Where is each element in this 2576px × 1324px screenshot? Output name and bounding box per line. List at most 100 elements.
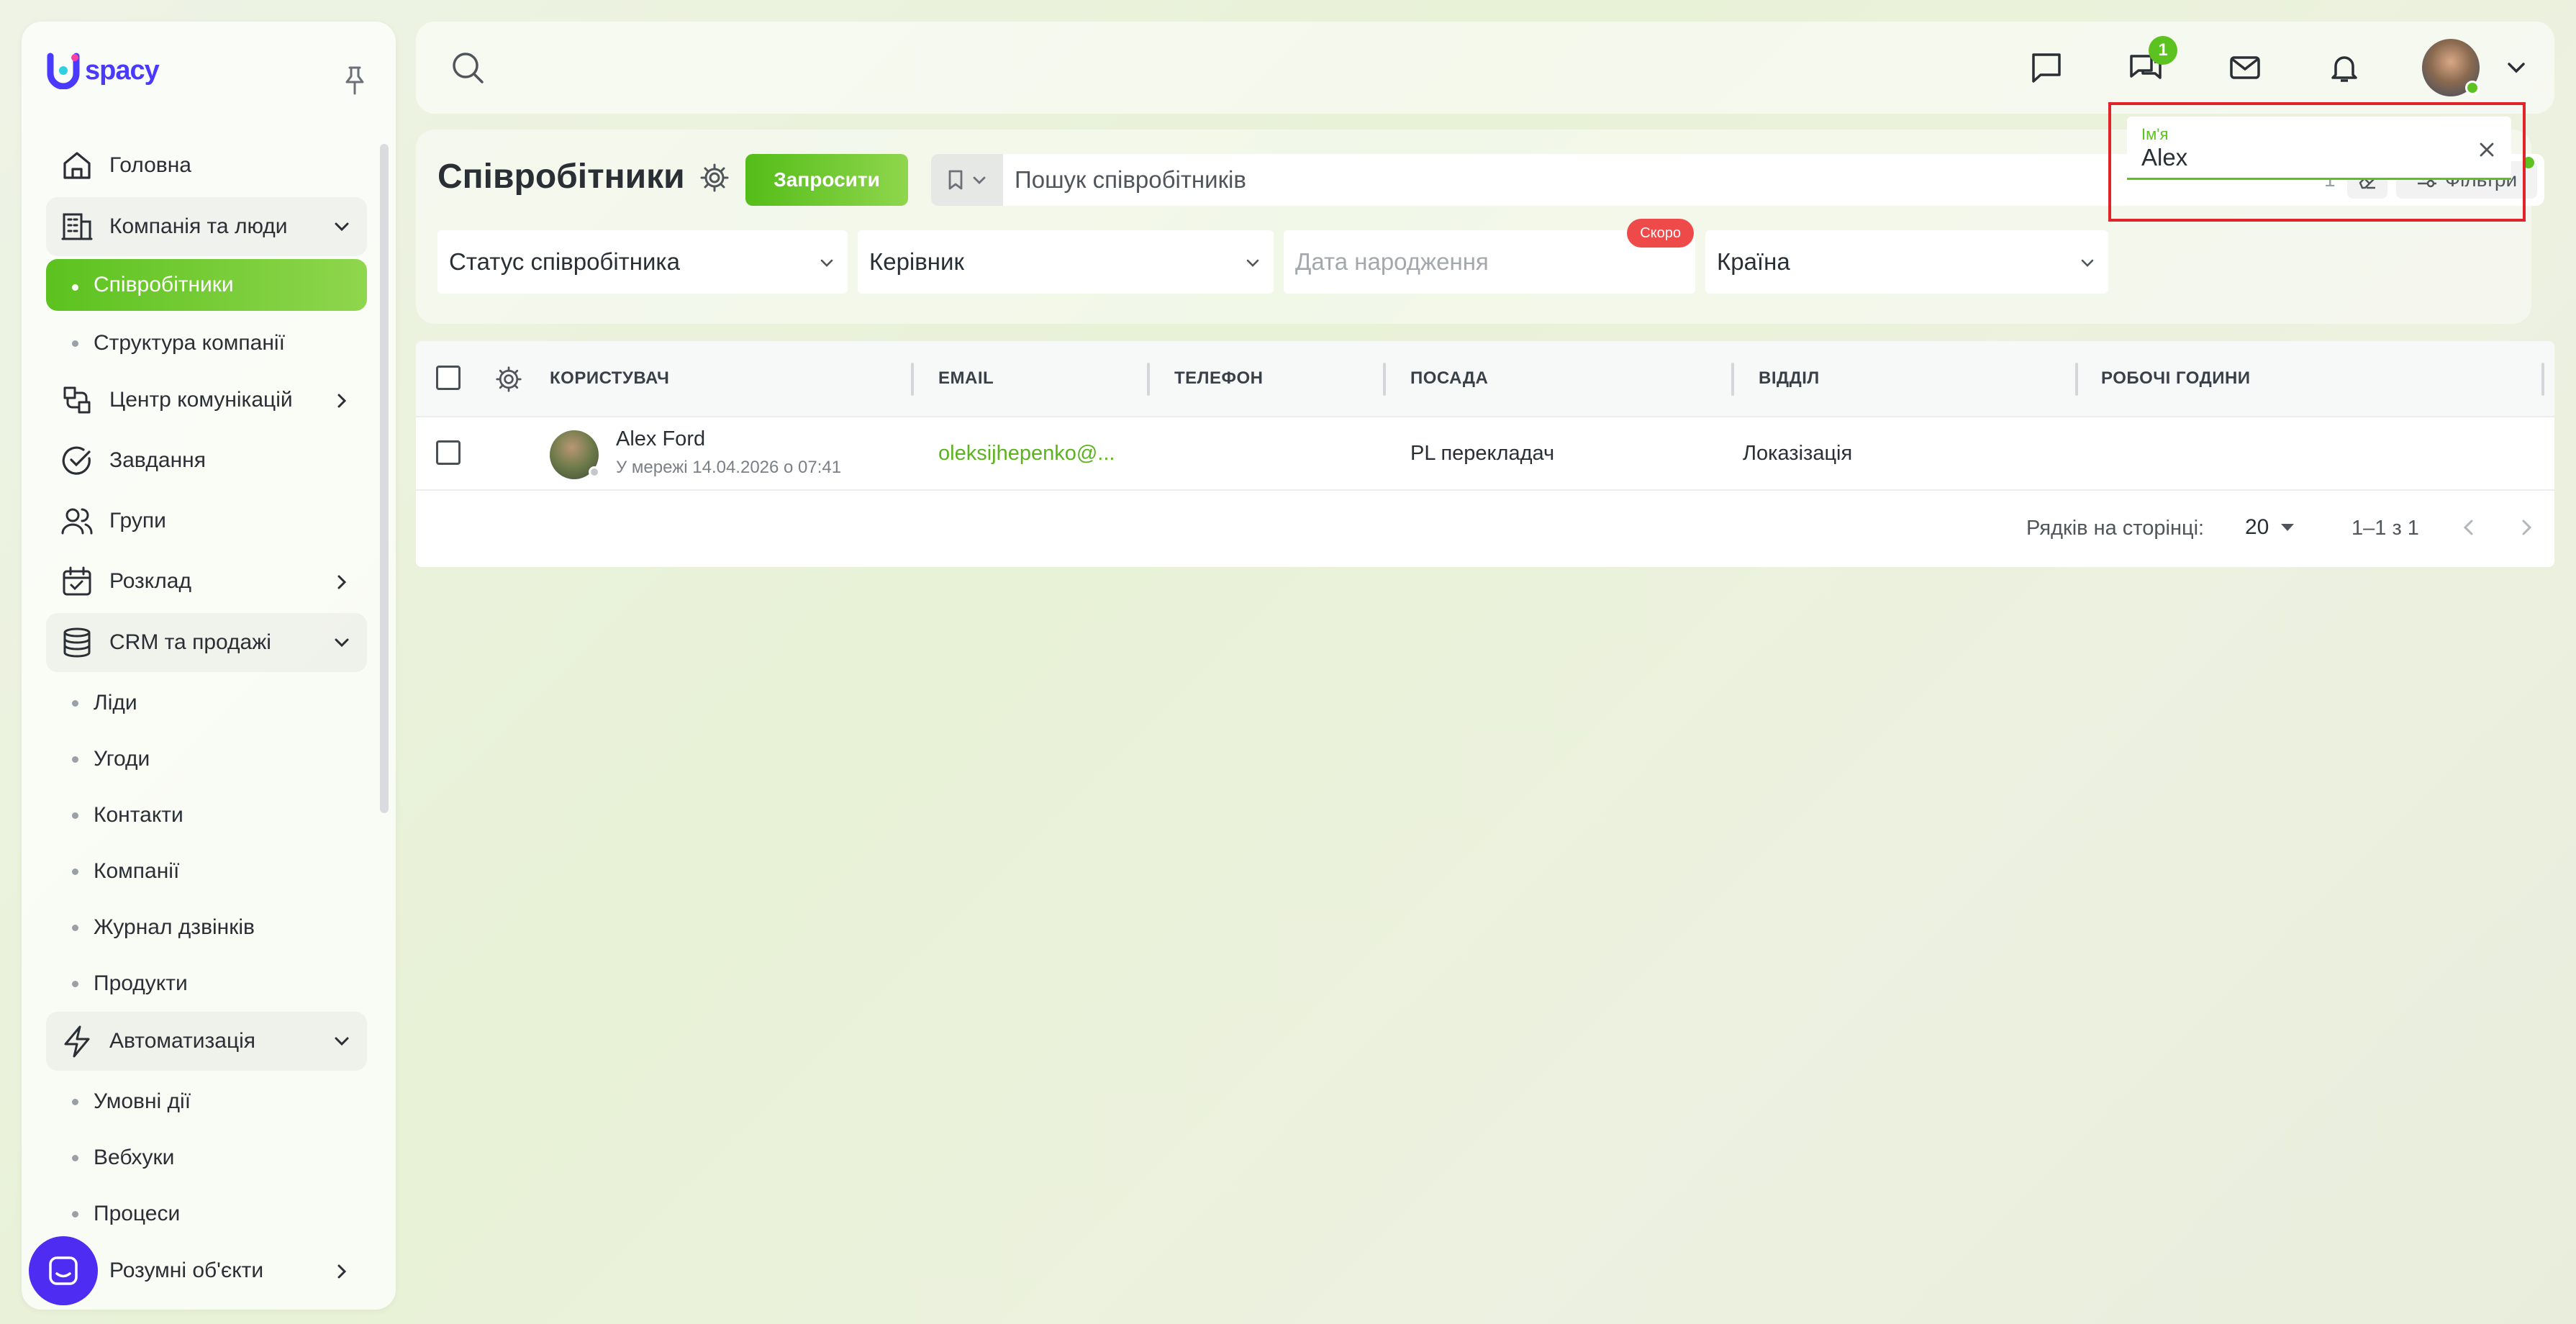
column-email[interactable]: EMAIL — [938, 368, 994, 389]
column-resizer[interactable] — [2541, 363, 2544, 396]
rows-per-page-label: Рядків на сторінці: — [2026, 517, 2205, 540]
chats-badge: 1 — [2149, 36, 2177, 65]
sidebar-item-label: Структура компанії — [94, 331, 285, 355]
birthdate-filter: Дата народження Скоро — [1284, 219, 1695, 294]
name-filter[interactable]: Ім'я Alex — [2127, 117, 2511, 180]
user-position: PL перекладач — [1410, 442, 1555, 465]
chats-button[interactable]: 1 — [2124, 36, 2177, 89]
chevron-down-icon — [335, 222, 349, 232]
column-department[interactable]: ВІДДІЛ — [1759, 368, 1820, 389]
user-avatar[interactable] — [2422, 39, 2480, 96]
manager-filter-label: Керівник — [869, 248, 964, 275]
column-user[interactable]: КОРИСТУВАЧ — [550, 368, 669, 389]
sidebar-item-home[interactable]: Головна — [46, 137, 367, 194]
column-working-hours[interactable]: РОБОЧІ ГОДИНИ — [2101, 368, 2251, 389]
soon-badge: Скоро — [1627, 219, 1694, 248]
sidebar: spacy Головна Компанія та люди Співробіт… — [22, 22, 396, 1310]
caret-down-icon[interactable] — [2280, 522, 2295, 532]
manager-filter[interactable]: Керівник — [858, 230, 1274, 294]
avatar[interactable] — [550, 430, 600, 479]
gear-icon[interactable] — [699, 163, 730, 193]
mail-icon — [2230, 56, 2260, 79]
sidebar-item-webhooks[interactable]: Вебхуки — [46, 1130, 367, 1186]
sidebar-item-employees[interactable]: Співробітники — [46, 259, 367, 311]
sidebar-item-automation[interactable]: Автоматизація — [46, 1012, 367, 1071]
birthdate-filter-label: Дата народження — [1295, 248, 1489, 275]
name-filter-value[interactable]: Alex — [2141, 144, 2187, 171]
search-icon[interactable] — [449, 49, 486, 86]
column-resizer[interactable] — [2075, 363, 2078, 396]
table-pagination: Рядків на сторінці: 20 1–1 з 1 — [416, 491, 2554, 567]
sidebar-item-crm[interactable]: CRM та продажі — [46, 613, 367, 672]
chevron-left-icon[interactable] — [2458, 517, 2480, 538]
sidebar-item-label: Автоматизація — [109, 1029, 256, 1053]
close-icon[interactable] — [2477, 140, 2497, 160]
sidebar-scrollbar[interactable] — [380, 144, 389, 813]
sidebar-item-label: Умовні дії — [94, 1089, 191, 1113]
pagination-range: 1–1 з 1 — [2351, 517, 2419, 540]
sidebar-item-label: Контакти — [94, 803, 183, 827]
sidebar-item-processes[interactable]: Процеси — [46, 1186, 367, 1242]
gear-icon[interactable] — [495, 366, 522, 393]
sidebar-item-company-structure[interactable]: Структура компанії — [46, 315, 367, 371]
status-filter-label: Статус співробітника — [449, 248, 680, 275]
chevron-right-icon[interactable] — [2516, 517, 2537, 538]
sidebar-item-call-log[interactable]: Журнал дзвінків — [46, 899, 367, 956]
table-header: КОРИСТУВАЧ EMAIL ТЕЛЕФОН ПОСАДА ВІДДІЛ Р… — [416, 341, 2554, 417]
status-dot — [589, 466, 600, 478]
pin-icon[interactable] — [343, 65, 367, 96]
column-resizer[interactable] — [1383, 363, 1386, 396]
lightning-icon — [64, 1025, 90, 1058]
sidebar-item-label: Розклад — [109, 569, 191, 593]
sidebar-item-company[interactable]: Компанія та люди — [46, 197, 367, 256]
sidebar-item-groups[interactable]: Групи — [46, 492, 367, 550]
help-chat-button[interactable] — [29, 1236, 98, 1305]
sidebar-item-label: Розумні об'єкти — [109, 1259, 264, 1282]
column-resizer[interactable] — [1147, 363, 1150, 396]
column-position[interactable]: ПОСАДА — [1410, 368, 1488, 389]
sidebar-item-communication[interactable]: Центр комунікацій — [46, 371, 367, 429]
employee-search-input[interactable] — [1003, 154, 2226, 206]
saved-filters-button[interactable] — [931, 154, 1003, 206]
sidebar-item-conditional-actions[interactable]: Умовні дії — [46, 1074, 367, 1130]
logo[interactable]: spacy — [45, 49, 160, 92]
user-department: Локазізація — [1743, 442, 1853, 465]
user-name[interactable]: Alex Ford — [616, 427, 705, 451]
messages-button[interactable] — [2025, 46, 2068, 89]
sidebar-item-label: Продукти — [94, 971, 188, 995]
row-checkbox[interactable] — [436, 440, 461, 465]
chevron-down-icon — [2081, 259, 2094, 267]
sidebar-nav: Головна Компанія та люди Співробітники С… — [46, 137, 367, 1302]
communication-icon — [63, 386, 91, 414]
bookmark-icon — [948, 170, 963, 190]
sidebar-item-label: Компанії — [94, 859, 180, 883]
sidebar-item-leads[interactable]: Ліди — [46, 675, 367, 731]
country-filter[interactable]: Країна — [1705, 230, 2108, 294]
mail-button[interactable] — [2223, 46, 2267, 89]
sidebar-item-contacts[interactable]: Контакти — [46, 787, 367, 843]
user-email[interactable]: oleksijhepenko@... — [938, 442, 1115, 466]
sidebar-item-deals[interactable]: Угоди — [46, 731, 367, 787]
rows-per-page-select[interactable]: 20 — [2245, 515, 2269, 540]
sidebar-item-tasks[interactable]: Завдання — [46, 432, 367, 489]
notifications-button[interactable] — [2323, 46, 2366, 89]
column-phone[interactable]: ТЕЛЕФОН — [1174, 368, 1264, 389]
online-status-dot — [2465, 81, 2480, 95]
name-filter-label: Ім'я — [2141, 125, 2169, 143]
message-square-icon — [2032, 53, 2061, 83]
sidebar-item-label: Центр комунікацій — [109, 388, 293, 412]
select-all-checkbox[interactable] — [436, 366, 461, 390]
chevron-down-icon — [820, 259, 833, 267]
column-resizer[interactable] — [1731, 363, 1734, 396]
sidebar-item-label: Групи — [109, 509, 166, 532]
sidebar-item-companies[interactable]: Компанії — [46, 843, 367, 899]
column-resizer[interactable] — [911, 363, 914, 396]
chevron-down-icon[interactable] — [2504, 55, 2529, 80]
sidebar-item-schedule[interactable]: Розклад — [46, 553, 367, 610]
sidebar-item-products[interactable]: Продукти — [46, 956, 367, 1012]
status-filter[interactable]: Статус співробітника — [437, 230, 848, 294]
table-row[interactable]: Alex Ford У мережі 14.04.2026 о 07:41 ol… — [416, 417, 2554, 491]
sidebar-item-label: Завдання — [109, 448, 206, 472]
invite-button[interactable]: Запросити — [745, 154, 908, 206]
topbar: 1 — [416, 22, 2554, 114]
